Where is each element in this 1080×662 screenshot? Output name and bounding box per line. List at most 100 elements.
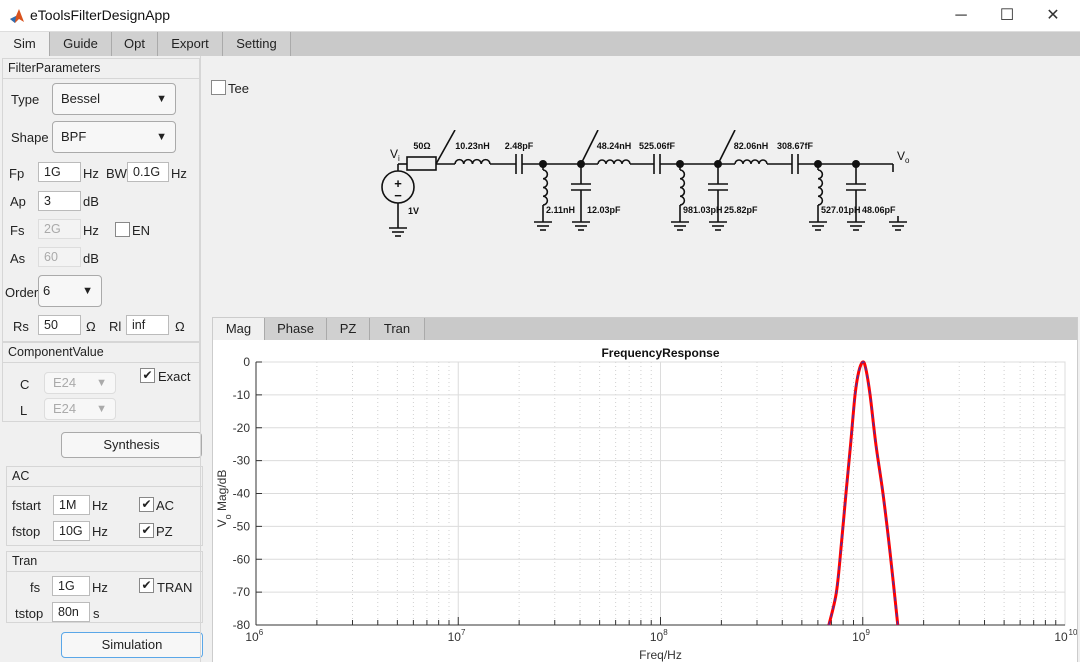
fs-label: Fs bbox=[10, 223, 25, 238]
bw-input[interactable]: 0.1G bbox=[127, 162, 169, 182]
order-dropdown[interactable]: 6 ▼ bbox=[38, 275, 102, 307]
synthesis-button[interactable]: Synthesis bbox=[61, 432, 202, 458]
as-unit: dB bbox=[83, 251, 99, 266]
series-capacitor-label: 2.48pF bbox=[505, 141, 534, 151]
fstop-input[interactable]: 10G bbox=[53, 521, 90, 541]
tab-phase[interactable]: Phase bbox=[265, 318, 327, 340]
en-checkbox[interactable] bbox=[115, 222, 130, 237]
series-capacitor-label: 308.67fF bbox=[777, 141, 814, 151]
rs-input[interactable]: 50 bbox=[38, 315, 81, 335]
c-label: C bbox=[20, 377, 30, 392]
x-tick-exponent: 7 bbox=[461, 628, 466, 637]
type-label: Type bbox=[11, 92, 40, 107]
fp-input[interactable]: 1G bbox=[38, 162, 81, 182]
close-button[interactable]: ✕ bbox=[1030, 4, 1076, 28]
shape-value: BPF bbox=[61, 129, 87, 144]
fstart-label: fstart bbox=[12, 498, 41, 513]
chart-title: FrequencyResponse bbox=[601, 346, 719, 360]
title-bar: eToolsFilterDesignApp ─ ☐ ✕ bbox=[0, 0, 1080, 32]
exact-label: Exact bbox=[158, 369, 191, 384]
ap-input[interactable]: 3 bbox=[38, 191, 81, 211]
rl-label: Rl bbox=[109, 319, 122, 334]
type-dropdown[interactable]: Bessel ▼ bbox=[52, 83, 176, 115]
inductor-icon bbox=[679, 169, 686, 206]
fstart-unit: Hz bbox=[92, 498, 108, 513]
panel-title: ComponentValue bbox=[3, 343, 199, 363]
exact-checkbox[interactable]: ✔ bbox=[140, 368, 155, 383]
l-series-dropdown[interactable]: E24 ▼ bbox=[44, 398, 116, 420]
x-tick-label: 10 bbox=[852, 630, 866, 644]
tab-guide[interactable]: Guide bbox=[50, 32, 112, 56]
minimize-button[interactable]: ─ bbox=[938, 4, 984, 28]
x-tick-label: 10 bbox=[448, 630, 462, 644]
tran-label: TRAN bbox=[157, 580, 193, 595]
fp-label: Fp bbox=[9, 166, 25, 181]
shape-dropdown[interactable]: BPF ▼ bbox=[52, 121, 176, 153]
resistor-icon bbox=[406, 156, 437, 171]
fstart-input[interactable]: 1M bbox=[53, 495, 90, 515]
ap-unit: dB bbox=[83, 194, 99, 209]
fp-unit: Hz bbox=[83, 166, 99, 181]
inductor-icon bbox=[597, 159, 631, 165]
tstop-input[interactable]: 80n bbox=[52, 602, 90, 622]
y-tick-label: -20 bbox=[233, 421, 251, 435]
panel-title: AC bbox=[7, 467, 202, 487]
wire bbox=[435, 130, 456, 165]
tran-checkbox[interactable]: ✔ bbox=[139, 578, 154, 593]
main-tab-bar: Sim Guide Opt Export Setting bbox=[0, 32, 1080, 56]
tran-fs-unit: Hz bbox=[92, 580, 108, 595]
simulation-button[interactable]: Simulation bbox=[61, 632, 203, 658]
inductor-icon bbox=[734, 159, 768, 165]
bw-unit: Hz bbox=[171, 166, 187, 181]
c-series-dropdown[interactable]: E24 ▼ bbox=[44, 372, 116, 394]
tab-tran[interactable]: Tran bbox=[370, 318, 425, 340]
source-voltage-label: 1V bbox=[408, 206, 419, 216]
en-label: EN bbox=[132, 223, 151, 238]
ac-checkbox[interactable]: ✔ bbox=[139, 497, 154, 512]
tab-pz[interactable]: PZ bbox=[327, 318, 370, 340]
c-value: E24 bbox=[53, 375, 77, 390]
maximize-button[interactable]: ☐ bbox=[984, 4, 1030, 28]
ac-label: AC bbox=[156, 498, 175, 513]
tab-sim[interactable]: Sim bbox=[0, 32, 50, 56]
vi-label: V bbox=[390, 147, 398, 161]
circuit-schematic: +−V i1V50Ω 10.23nH 2.48pF2.11nH 12.03pF48.24… bbox=[381, 130, 910, 237]
y-tick-label: -30 bbox=[233, 454, 251, 468]
vo-label: V bbox=[897, 149, 905, 163]
x-tick-exponent: 6 bbox=[259, 628, 264, 637]
tab-mag[interactable]: Mag bbox=[213, 318, 265, 340]
order-label: Order bbox=[5, 285, 39, 300]
tab-export[interactable]: Export bbox=[158, 32, 223, 56]
y-tick-label: -40 bbox=[233, 487, 251, 501]
source-resistance-label: 50Ω bbox=[413, 141, 430, 151]
wire bbox=[717, 130, 736, 165]
vo-subscript: o bbox=[905, 156, 910, 165]
as-input[interactable]: 60 bbox=[38, 247, 81, 267]
pz-label: PZ bbox=[156, 524, 173, 539]
order-value: 6 bbox=[43, 283, 51, 298]
tran-fs-input[interactable]: 1G bbox=[52, 576, 90, 596]
shunt-capacitor-label: 12.03pF bbox=[587, 205, 621, 215]
x-axis-label: Freq/Hz bbox=[639, 648, 682, 662]
tee-checkbox[interactable] bbox=[211, 80, 226, 95]
x-tick-exponent: 9 bbox=[866, 628, 871, 637]
fs-input[interactable]: 2G bbox=[38, 219, 81, 239]
fstop-label: fstop bbox=[12, 524, 41, 539]
tab-opt[interactable]: Opt bbox=[112, 32, 158, 56]
x-tick-exponent: 8 bbox=[663, 628, 668, 637]
x-tick-label: 10 bbox=[1054, 630, 1068, 644]
x-tick-label: 10 bbox=[650, 630, 664, 644]
inductor-icon bbox=[454, 158, 491, 165]
y-tick-label: -10 bbox=[233, 388, 251, 402]
dropdown-arrow-icon: ▼ bbox=[156, 93, 167, 105]
x-tick-label: 10 bbox=[245, 630, 259, 644]
ap-label: Ap bbox=[10, 194, 26, 209]
dropdown-arrow-icon: ▼ bbox=[82, 285, 93, 297]
divider bbox=[200, 56, 201, 662]
panel-title: FilterParameters bbox=[3, 59, 199, 79]
fstop-unit: Hz bbox=[92, 524, 108, 539]
tab-setting[interactable]: Setting bbox=[223, 32, 291, 56]
pz-checkbox[interactable]: ✔ bbox=[139, 523, 154, 538]
shunt-capacitor-label: 48.06pF bbox=[862, 205, 896, 215]
rl-input[interactable]: inf bbox=[126, 315, 169, 335]
